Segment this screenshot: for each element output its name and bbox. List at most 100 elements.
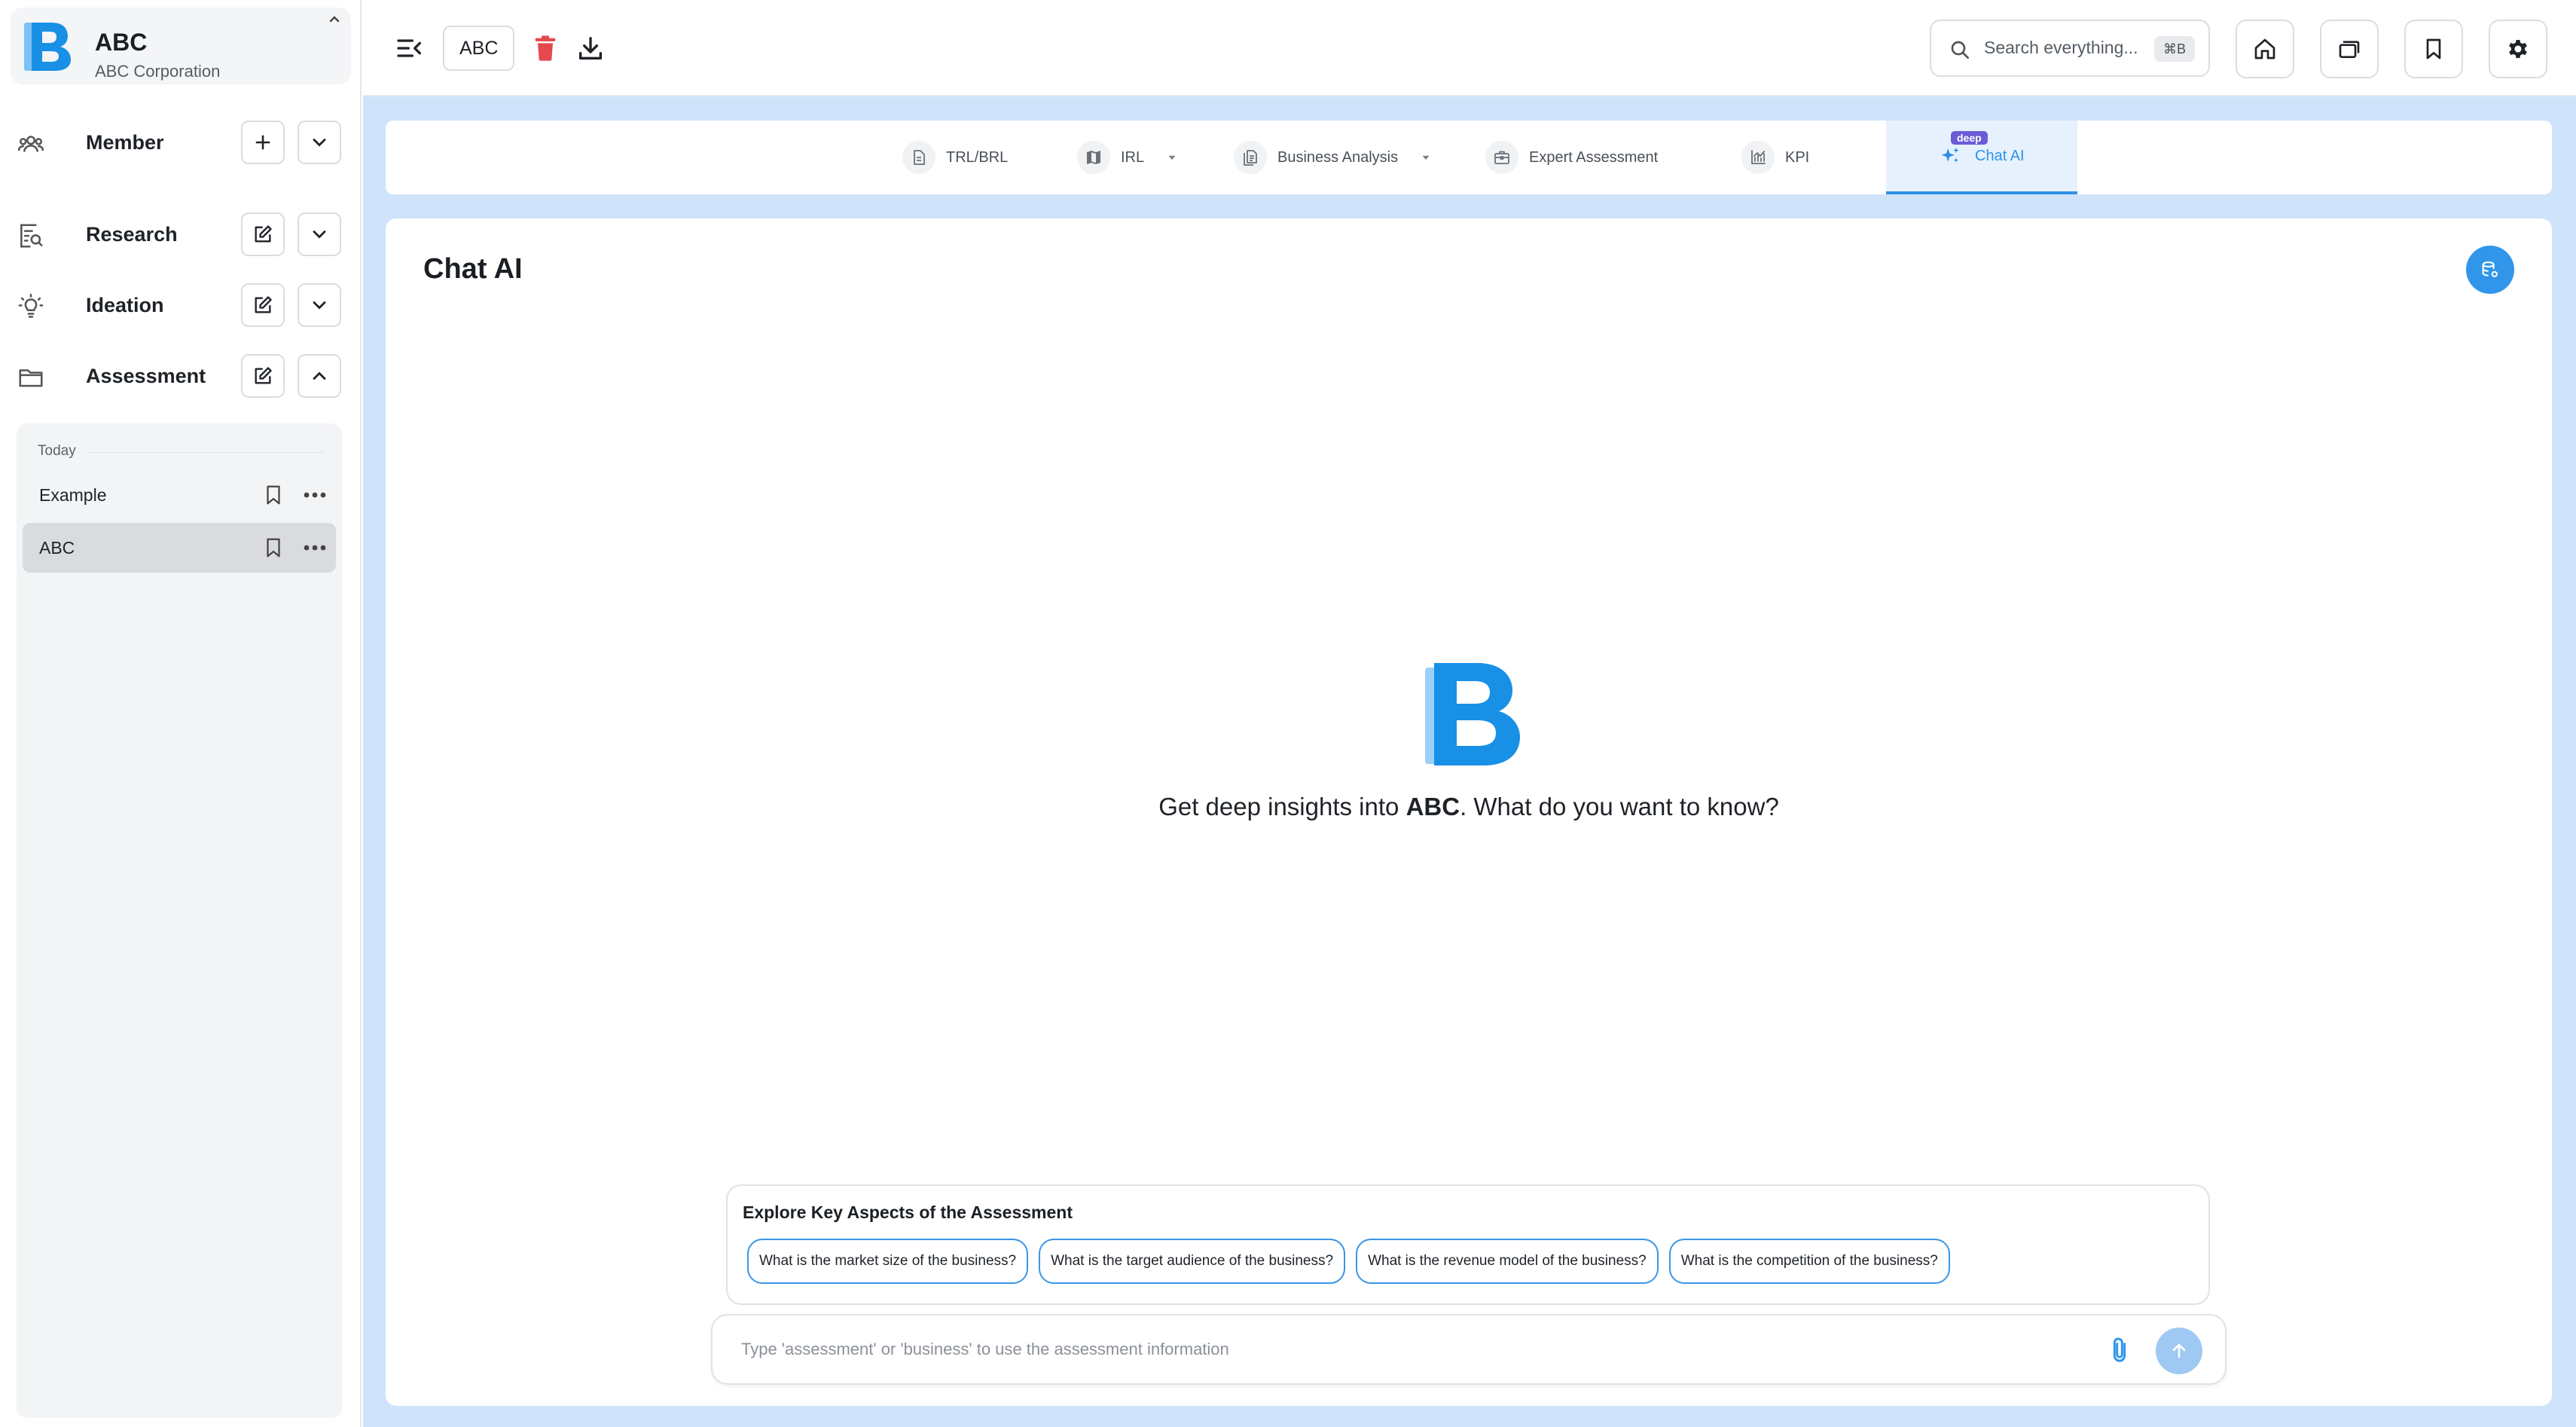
- collapse-assessment-button[interactable]: [298, 354, 341, 398]
- page-title: Chat AI: [423, 253, 523, 285]
- settings-button[interactable]: [2489, 20, 2547, 78]
- brand-logo-icon: [1425, 663, 1520, 765]
- lightbulb-icon: [18, 293, 44, 318]
- expand-research-button[interactable]: [298, 212, 341, 256]
- chevron-up-icon[interactable]: [325, 12, 343, 30]
- search-placeholder: Search everything...: [1984, 38, 2138, 57]
- brand-logo-icon: [24, 23, 71, 71]
- suggestion-chip[interactable]: What is the target audience of the busin…: [1039, 1239, 1346, 1284]
- tab-label: Expert Assessment: [1529, 148, 1659, 166]
- chevron-down-icon: [313, 301, 326, 310]
- caret-down-icon[interactable]: [1165, 151, 1179, 164]
- sidebar-section-assessment: Assessment: [0, 350, 362, 402]
- send-button[interactable]: [2156, 1328, 2202, 1374]
- new-research-button[interactable]: [241, 212, 285, 256]
- new-assessment-button[interactable]: [241, 354, 285, 398]
- download-icon[interactable]: [575, 33, 606, 63]
- bookmark-icon: [2426, 38, 2441, 60]
- deep-badge: deep: [1951, 131, 1988, 145]
- chevron-down-icon: [313, 139, 326, 147]
- more-horizontal-icon[interactable]: [301, 536, 328, 559]
- hero-suffix: . What do you want to know?: [1460, 793, 1779, 820]
- sidebar: ABC ABC Corporation Member Research Idea…: [0, 0, 362, 1427]
- database-settings-icon: [2482, 261, 2498, 277]
- folder-icon: [19, 369, 43, 387]
- suggestions-title: Explore Key Aspects of the Assessment: [743, 1202, 1073, 1222]
- chat-input[interactable]: Type 'assessment' or 'business' to use t…: [711, 1314, 2227, 1385]
- bookmarks-button[interactable]: [2404, 20, 2463, 78]
- map-icon: [1077, 141, 1110, 174]
- sidebar-section-label[interactable]: Research: [86, 223, 178, 246]
- tab-label: Chat AI: [1975, 147, 2025, 164]
- suggestion-chip[interactable]: What is the competition of the business?: [1668, 1239, 1950, 1284]
- sidebar-section-ideation: Ideation: [0, 279, 362, 332]
- hero-prompt: Get deep insights into ABC. What do you …: [386, 793, 2552, 821]
- org-subtitle: ABC Corporation: [95, 62, 221, 81]
- org-name: ABC: [95, 29, 148, 56]
- list-item[interactable]: Example: [23, 470, 336, 520]
- collapse-sidebar-icon[interactable]: [395, 33, 425, 63]
- chevron-down-icon: [313, 231, 326, 239]
- tab-label: TRL/BRL: [946, 148, 1009, 166]
- shortcut-badge: ⌘B: [2153, 36, 2195, 62]
- tab-business-analysis[interactable]: Business Analysis: [1234, 121, 1433, 194]
- document-icon: [902, 141, 935, 174]
- suggestion-chip[interactable]: What is the revenue model of the busines…: [1356, 1239, 1659, 1284]
- bookmark-icon[interactable]: [262, 484, 285, 506]
- bookmark-icon[interactable]: [262, 536, 285, 559]
- stack-icon: [2339, 41, 2360, 58]
- add-member-button[interactable]: [241, 121, 285, 164]
- home-button[interactable]: [2236, 20, 2294, 78]
- tab-expert-assessment[interactable]: Expert Assessment: [1485, 121, 1658, 194]
- report-icon: [1234, 141, 1267, 174]
- briefcase-icon: [1485, 141, 1518, 174]
- list-item-label: Example: [39, 485, 107, 505]
- suggestion-chip[interactable]: What is the market size of the business?: [747, 1239, 1029, 1284]
- tab-label: Business Analysis: [1277, 148, 1399, 166]
- sidebar-section-label[interactable]: Member: [86, 131, 164, 154]
- new-ideation-button[interactable]: [241, 283, 285, 327]
- tab-trl-brl[interactable]: TRL/BRL: [902, 121, 1008, 194]
- org-switcher[interactable]: ABC ABC Corporation: [11, 8, 351, 84]
- tab-label: IRL: [1121, 148, 1145, 166]
- top-bar: ABC Search everything... ⌘B: [363, 0, 2576, 96]
- chevron-up-icon: [313, 371, 326, 380]
- list-group-label: Today: [38, 443, 76, 459]
- trash-icon[interactable]: [530, 33, 560, 63]
- expand-ideation-button[interactable]: [298, 283, 341, 327]
- sidebar-section-label[interactable]: Ideation: [86, 294, 164, 317]
- divider: [89, 452, 324, 453]
- assessment-list: Today Example ABC: [17, 423, 342, 1418]
- document-name-chip[interactable]: ABC: [443, 26, 515, 71]
- chart-icon: [1741, 141, 1775, 174]
- hero-company: ABC: [1406, 793, 1460, 820]
- chat-input-placeholder: Type 'assessment' or 'business' to use t…: [741, 1340, 1229, 1358]
- document-search-icon: [20, 224, 43, 248]
- list-item-label: ABC: [39, 538, 75, 558]
- edit-icon: [255, 225, 272, 243]
- gear-icon: [2509, 39, 2527, 59]
- sidebar-section-member: Member: [0, 116, 362, 169]
- global-search[interactable]: Search everything... ⌘B: [1930, 20, 2210, 77]
- edit-icon: [255, 367, 272, 384]
- more-horizontal-icon[interactable]: [301, 484, 328, 506]
- sidebar-section-research: Research: [0, 208, 362, 261]
- expand-member-button[interactable]: [298, 121, 341, 164]
- suggestion-chips: What is the market size of the business?…: [747, 1239, 1950, 1284]
- search-icon: [1951, 41, 1969, 59]
- arrow-up-icon: [2172, 1343, 2186, 1358]
- list-item[interactable]: ABC: [23, 523, 336, 573]
- hero-prefix: Get deep insights into: [1158, 793, 1406, 820]
- library-button[interactable]: [2320, 20, 2379, 78]
- plus-icon: [255, 135, 270, 150]
- sidebar-section-label[interactable]: Assessment: [86, 365, 206, 388]
- caret-down-icon[interactable]: [1419, 151, 1433, 164]
- tab-chat-ai[interactable]: deep Chat AI: [1886, 121, 2077, 194]
- edit-icon: [255, 296, 272, 313]
- chat-history-button[interactable]: [2466, 246, 2514, 294]
- paperclip-icon[interactable]: [2104, 1335, 2135, 1365]
- tab-irl[interactable]: IRL: [1077, 121, 1179, 194]
- tab-kpi[interactable]: KPI: [1741, 121, 1809, 194]
- chat-panel: Chat AI Get deep insights into ABC. What…: [386, 218, 2552, 1406]
- home-icon: [2254, 38, 2275, 60]
